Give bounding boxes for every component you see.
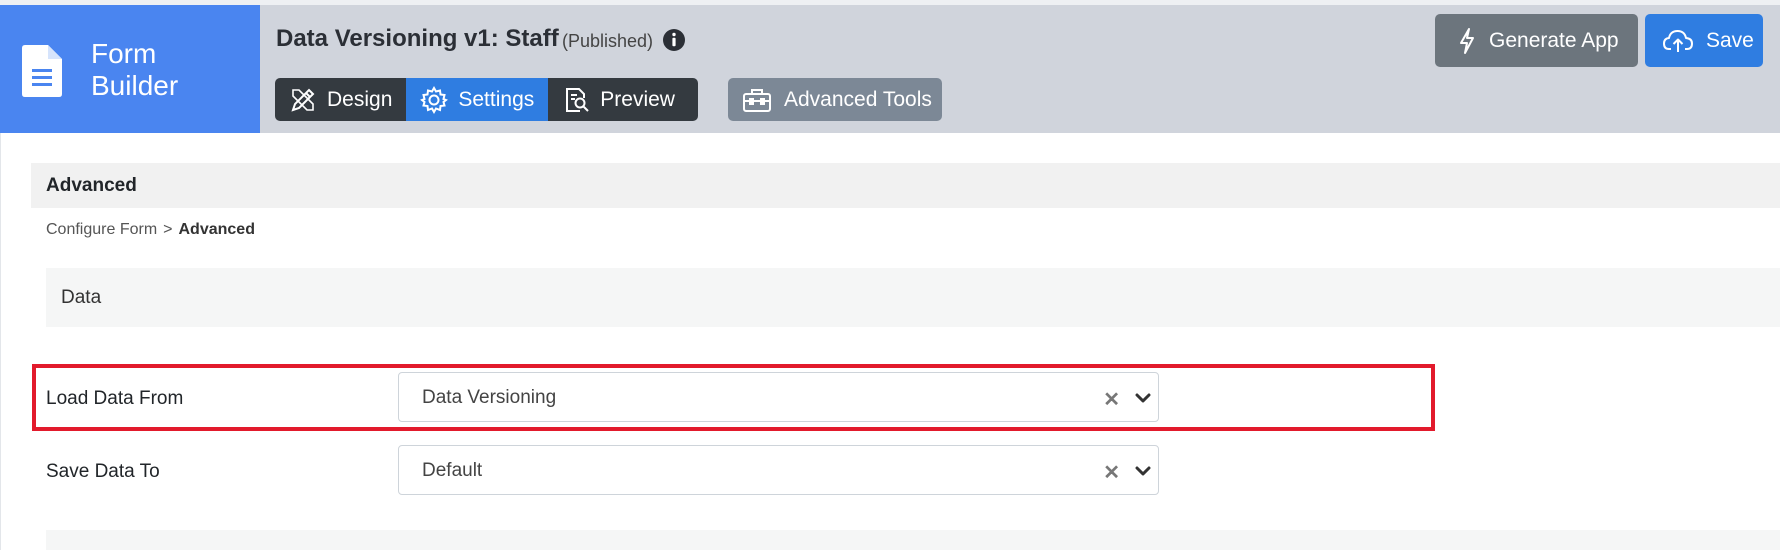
load-data-from-value: Data Versioning [422,387,557,408]
save-data-to-label: Save Data To [46,461,160,482]
document-icon [22,45,62,97]
breadcrumb-separator: > [163,221,173,238]
view-tabs: Design Settings Preview [275,78,698,121]
breadcrumb: Configure Form > Advanced [46,221,255,239]
section-title: Advanced [46,175,137,196]
section-header: Advanced [31,163,1780,208]
save-label: Save [1706,28,1754,52]
toolbox-icon [743,88,771,112]
pencil-ruler-icon [291,88,315,112]
data-panel-title: Data [61,287,102,308]
cloud-upload-icon [1663,29,1693,52]
gear-icon [420,85,449,114]
advanced-tools-button[interactable]: Advanced Tools [728,78,942,121]
document-search-icon [566,87,589,112]
breadcrumb-parent-link[interactable]: Configure Form [46,221,157,238]
generate-app-label: Generate App [1489,28,1619,52]
advanced-tools-label: Advanced Tools [784,87,932,111]
load-data-from-select[interactable]: Data Versioning ✕ [398,372,1159,422]
form-title: Data Versioning v1: Staff [276,25,559,52]
tab-preview[interactable]: Preview [548,78,689,121]
form-status: (Published) [562,31,654,51]
clear-icon[interactable]: ✕ [1103,387,1120,412]
brand-line-1: Form [91,38,157,69]
clear-icon[interactable]: ✕ [1103,460,1120,485]
next-panel-header [46,530,1780,550]
tab-settings[interactable]: Settings [406,78,549,121]
brand-name: Form Builder [91,38,178,102]
save-button[interactable]: Save [1645,14,1763,67]
tab-preview-label: Preview [600,87,675,111]
tab-design-label: Design [327,87,393,111]
save-data-to-value: Default [422,460,483,481]
brand-logo[interactable]: Form Builder [0,5,260,133]
save-data-to-select[interactable]: Default ✕ [398,445,1159,495]
tab-settings-label: Settings [458,87,535,111]
generate-app-button[interactable]: Generate App [1435,14,1638,67]
tab-design[interactable]: Design [275,78,406,121]
load-data-from-label: Load Data From [46,388,184,409]
breadcrumb-current: Advanced [178,221,255,238]
data-panel-header: Data [46,268,1780,327]
brand-line-2: Builder [91,70,179,101]
info-circle-icon[interactable] [662,28,686,52]
divider [0,133,1,550]
chevron-down-icon[interactable] [1134,389,1152,407]
lightning-icon [1460,27,1474,54]
chevron-down-icon[interactable] [1134,462,1152,480]
